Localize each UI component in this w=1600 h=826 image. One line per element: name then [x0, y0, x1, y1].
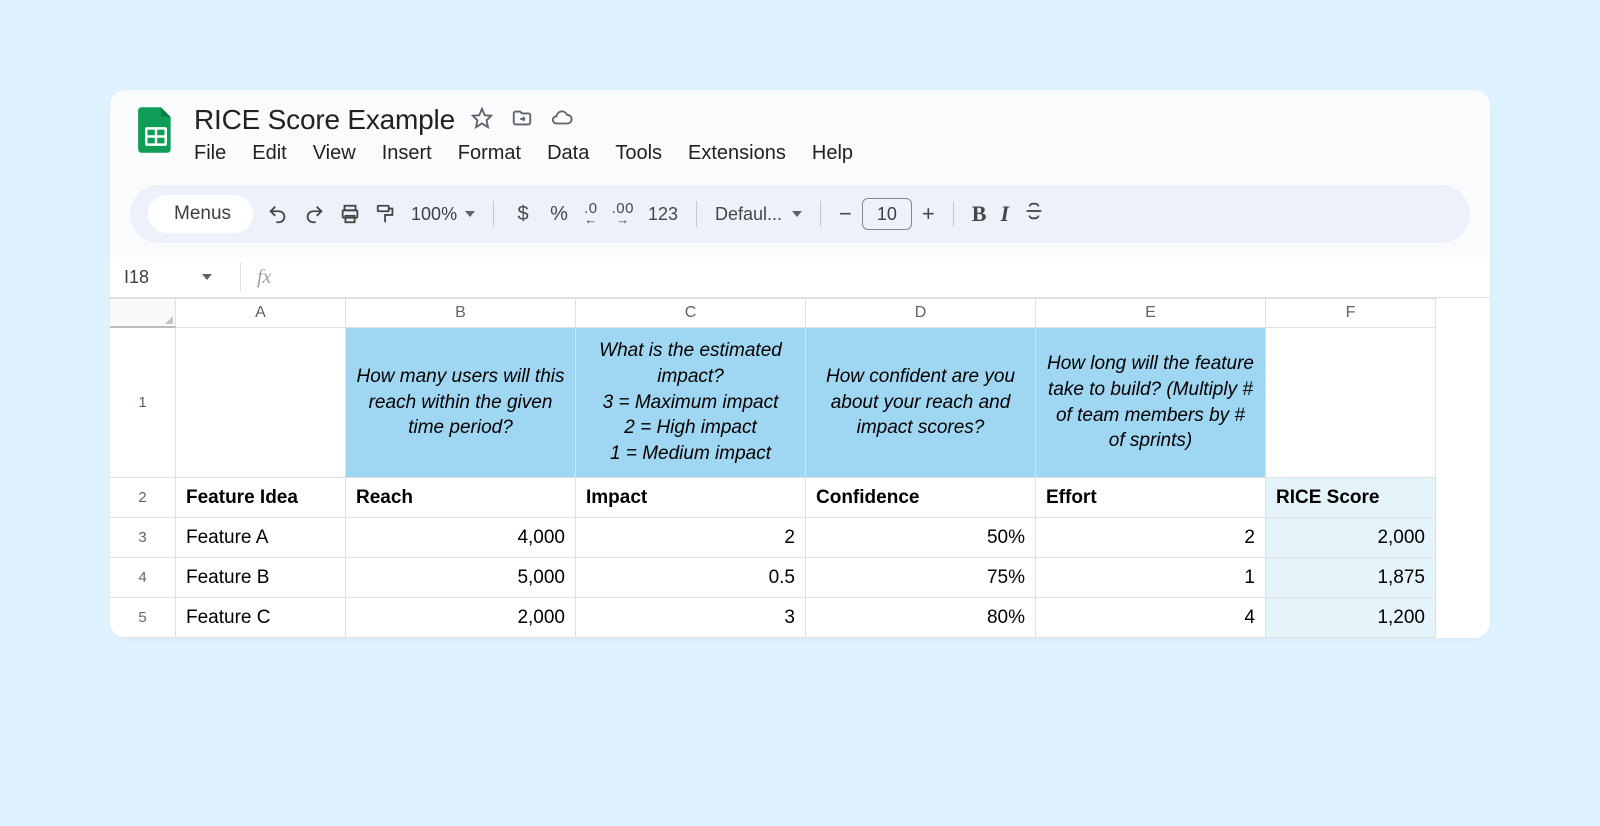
menu-data[interactable]: Data — [547, 142, 589, 165]
cell-F2[interactable]: RICE Score — [1266, 478, 1436, 518]
menu-file[interactable]: File — [194, 142, 226, 165]
italic-button[interactable]: I — [1000, 201, 1009, 227]
toolbar: Menus 100% $ % .0← .00→ 123 Defaul... − … — [130, 185, 1470, 243]
cell-F4[interactable]: 1,875 — [1266, 558, 1436, 598]
strikethrough-button[interactable] — [1023, 200, 1045, 228]
name-and-formula-bar: I18 fx — [110, 257, 1490, 298]
cell-D2[interactable]: Confidence — [806, 478, 1036, 518]
undo-icon[interactable] — [267, 203, 289, 225]
menu-tools[interactable]: Tools — [615, 142, 662, 165]
increase-decimal-icon[interactable]: .00→ — [612, 203, 634, 225]
col-header-C[interactable]: C — [576, 298, 806, 328]
header: RICE Score Example File Edit View Insert… — [110, 90, 1490, 175]
cell-D1[interactable]: How confident are you about your reach a… — [806, 328, 1036, 478]
cell-E2[interactable]: Effort — [1036, 478, 1266, 518]
redo-icon[interactable] — [303, 203, 325, 225]
decrease-font-size[interactable]: − — [839, 203, 852, 225]
cell-B2[interactable]: Reach — [346, 478, 576, 518]
font-size-input[interactable] — [862, 198, 912, 230]
menu-format[interactable]: Format — [458, 142, 521, 165]
cell-D5[interactable]: 80% — [806, 598, 1036, 638]
cell-E1[interactable]: How long will the feature take to build?… — [1036, 328, 1266, 478]
bold-button[interactable]: B — [972, 201, 987, 227]
row-header-2[interactable]: 2 — [110, 478, 176, 518]
cell-A2[interactable]: Feature Idea — [176, 478, 346, 518]
cell-A3[interactable]: Feature A — [176, 518, 346, 558]
cell-E3[interactable]: 2 — [1036, 518, 1266, 558]
cell-C2[interactable]: Impact — [576, 478, 806, 518]
cell-B5[interactable]: 2,000 — [346, 598, 576, 638]
sheets-logo — [130, 104, 182, 156]
zoom-dropdown[interactable]: 100% — [411, 204, 475, 225]
row-header-5[interactable]: 5 — [110, 598, 176, 638]
select-all-corner[interactable] — [110, 298, 176, 328]
name-box[interactable]: I18 — [124, 267, 224, 288]
row-header-1[interactable]: 1 — [110, 328, 176, 478]
font-family-dropdown[interactable]: Defaul... — [715, 204, 802, 225]
menus-search[interactable]: Menus — [148, 195, 253, 233]
cell-F5[interactable]: 1,200 — [1266, 598, 1436, 638]
cell-F1[interactable] — [1266, 328, 1436, 478]
col-header-E[interactable]: E — [1036, 298, 1266, 328]
decrease-decimal-icon[interactable]: .0← — [584, 203, 598, 225]
star-icon[interactable] — [471, 107, 493, 134]
menu-view[interactable]: View — [313, 142, 356, 165]
menu-extensions[interactable]: Extensions — [688, 142, 786, 165]
menu-insert[interactable]: Insert — [382, 142, 432, 165]
cell-B4[interactable]: 5,000 — [346, 558, 576, 598]
row-header-4[interactable]: 4 — [110, 558, 176, 598]
number-format-button[interactable]: 123 — [648, 204, 678, 225]
menu-bar: File Edit View Insert Format Data Tools … — [194, 142, 853, 165]
col-header-A[interactable]: A — [176, 298, 346, 328]
sheets-window: RICE Score Example File Edit View Insert… — [110, 90, 1490, 638]
percent-button[interactable]: % — [548, 203, 570, 225]
document-title[interactable]: RICE Score Example — [194, 104, 455, 136]
cell-C5[interactable]: 3 — [576, 598, 806, 638]
col-header-B[interactable]: B — [346, 298, 576, 328]
fx-icon: fx — [257, 266, 271, 289]
menu-edit[interactable]: Edit — [252, 142, 286, 165]
currency-button[interactable]: $ — [512, 203, 534, 225]
cell-C3[interactable]: 2 — [576, 518, 806, 558]
move-icon[interactable] — [511, 107, 533, 134]
cell-E5[interactable]: 4 — [1036, 598, 1266, 638]
paint-format-icon[interactable] — [375, 203, 397, 225]
cell-C4[interactable]: 0.5 — [576, 558, 806, 598]
cell-E4[interactable]: 1 — [1036, 558, 1266, 598]
cell-D4[interactable]: 75% — [806, 558, 1036, 598]
cell-B1[interactable]: How many users will this reach within th… — [346, 328, 576, 478]
print-icon[interactable] — [339, 203, 361, 225]
increase-font-size[interactable]: + — [922, 203, 935, 225]
cell-F3[interactable]: 2,000 — [1266, 518, 1436, 558]
menu-help[interactable]: Help — [812, 142, 853, 165]
col-header-F[interactable]: F — [1266, 298, 1436, 328]
cell-C1[interactable]: What is the estimated impact? 3 = Maximu… — [576, 328, 806, 478]
cell-A5[interactable]: Feature C — [176, 598, 346, 638]
cell-A1[interactable] — [176, 328, 346, 478]
cell-D3[interactable]: 50% — [806, 518, 1036, 558]
cloud-status-icon[interactable] — [551, 107, 573, 134]
cell-A4[interactable]: Feature B — [176, 558, 346, 598]
row-header-3[interactable]: 3 — [110, 518, 176, 558]
col-header-D[interactable]: D — [806, 298, 1036, 328]
cell-B3[interactable]: 4,000 — [346, 518, 576, 558]
spreadsheet-grid[interactable]: A B C D E F 1 How many users will this r… — [110, 298, 1490, 638]
